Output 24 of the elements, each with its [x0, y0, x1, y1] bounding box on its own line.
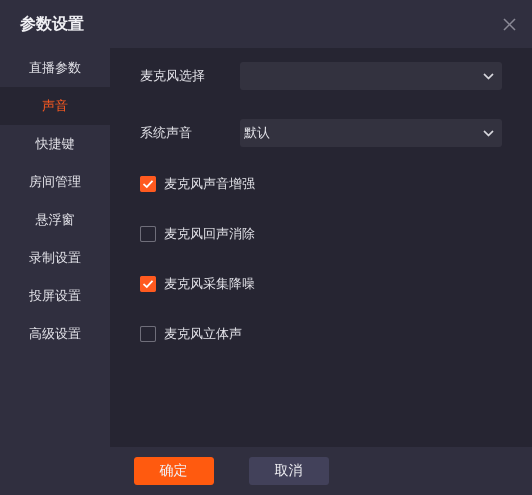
checkbox[interactable]	[140, 176, 156, 192]
caret-icon	[483, 130, 494, 136]
checkbox-label: 麦克风采集降噪	[164, 276, 255, 293]
sidebar-item[interactable]: 快捷键	[0, 125, 110, 163]
close-icon[interactable]	[503, 18, 516, 30]
checkbox[interactable]	[140, 276, 156, 292]
field-label: 麦克风选择	[140, 68, 206, 85]
checkbox-label: 麦克风回声消除	[164, 226, 255, 243]
sidebar-item[interactable]: 声音	[0, 87, 110, 125]
cancel-button[interactable]: 取消	[248, 457, 328, 485]
sidebar-item[interactable]: 录制设置	[0, 239, 110, 277]
window-title: 参数设置	[20, 14, 84, 34]
sidebar-item[interactable]: 悬浮窗	[0, 201, 110, 239]
field-label: 系统声音	[140, 125, 193, 142]
sidebar-item[interactable]: 高级设置	[0, 315, 110, 353]
checkbox-label: 麦克风声音增强	[164, 176, 255, 193]
checkbox[interactable]	[140, 326, 156, 342]
sidebar-item[interactable]: 房间管理	[0, 163, 110, 201]
checkbox-label: 麦克风立体声	[164, 326, 242, 343]
sidebar-item[interactable]: 直播参数	[0, 49, 110, 87]
checkbox[interactable]	[140, 226, 156, 242]
caret-icon	[483, 72, 494, 80]
dropdown[interactable]: 默认	[240, 119, 502, 147]
sidebar-item[interactable]: 投屏设置	[0, 277, 110, 315]
